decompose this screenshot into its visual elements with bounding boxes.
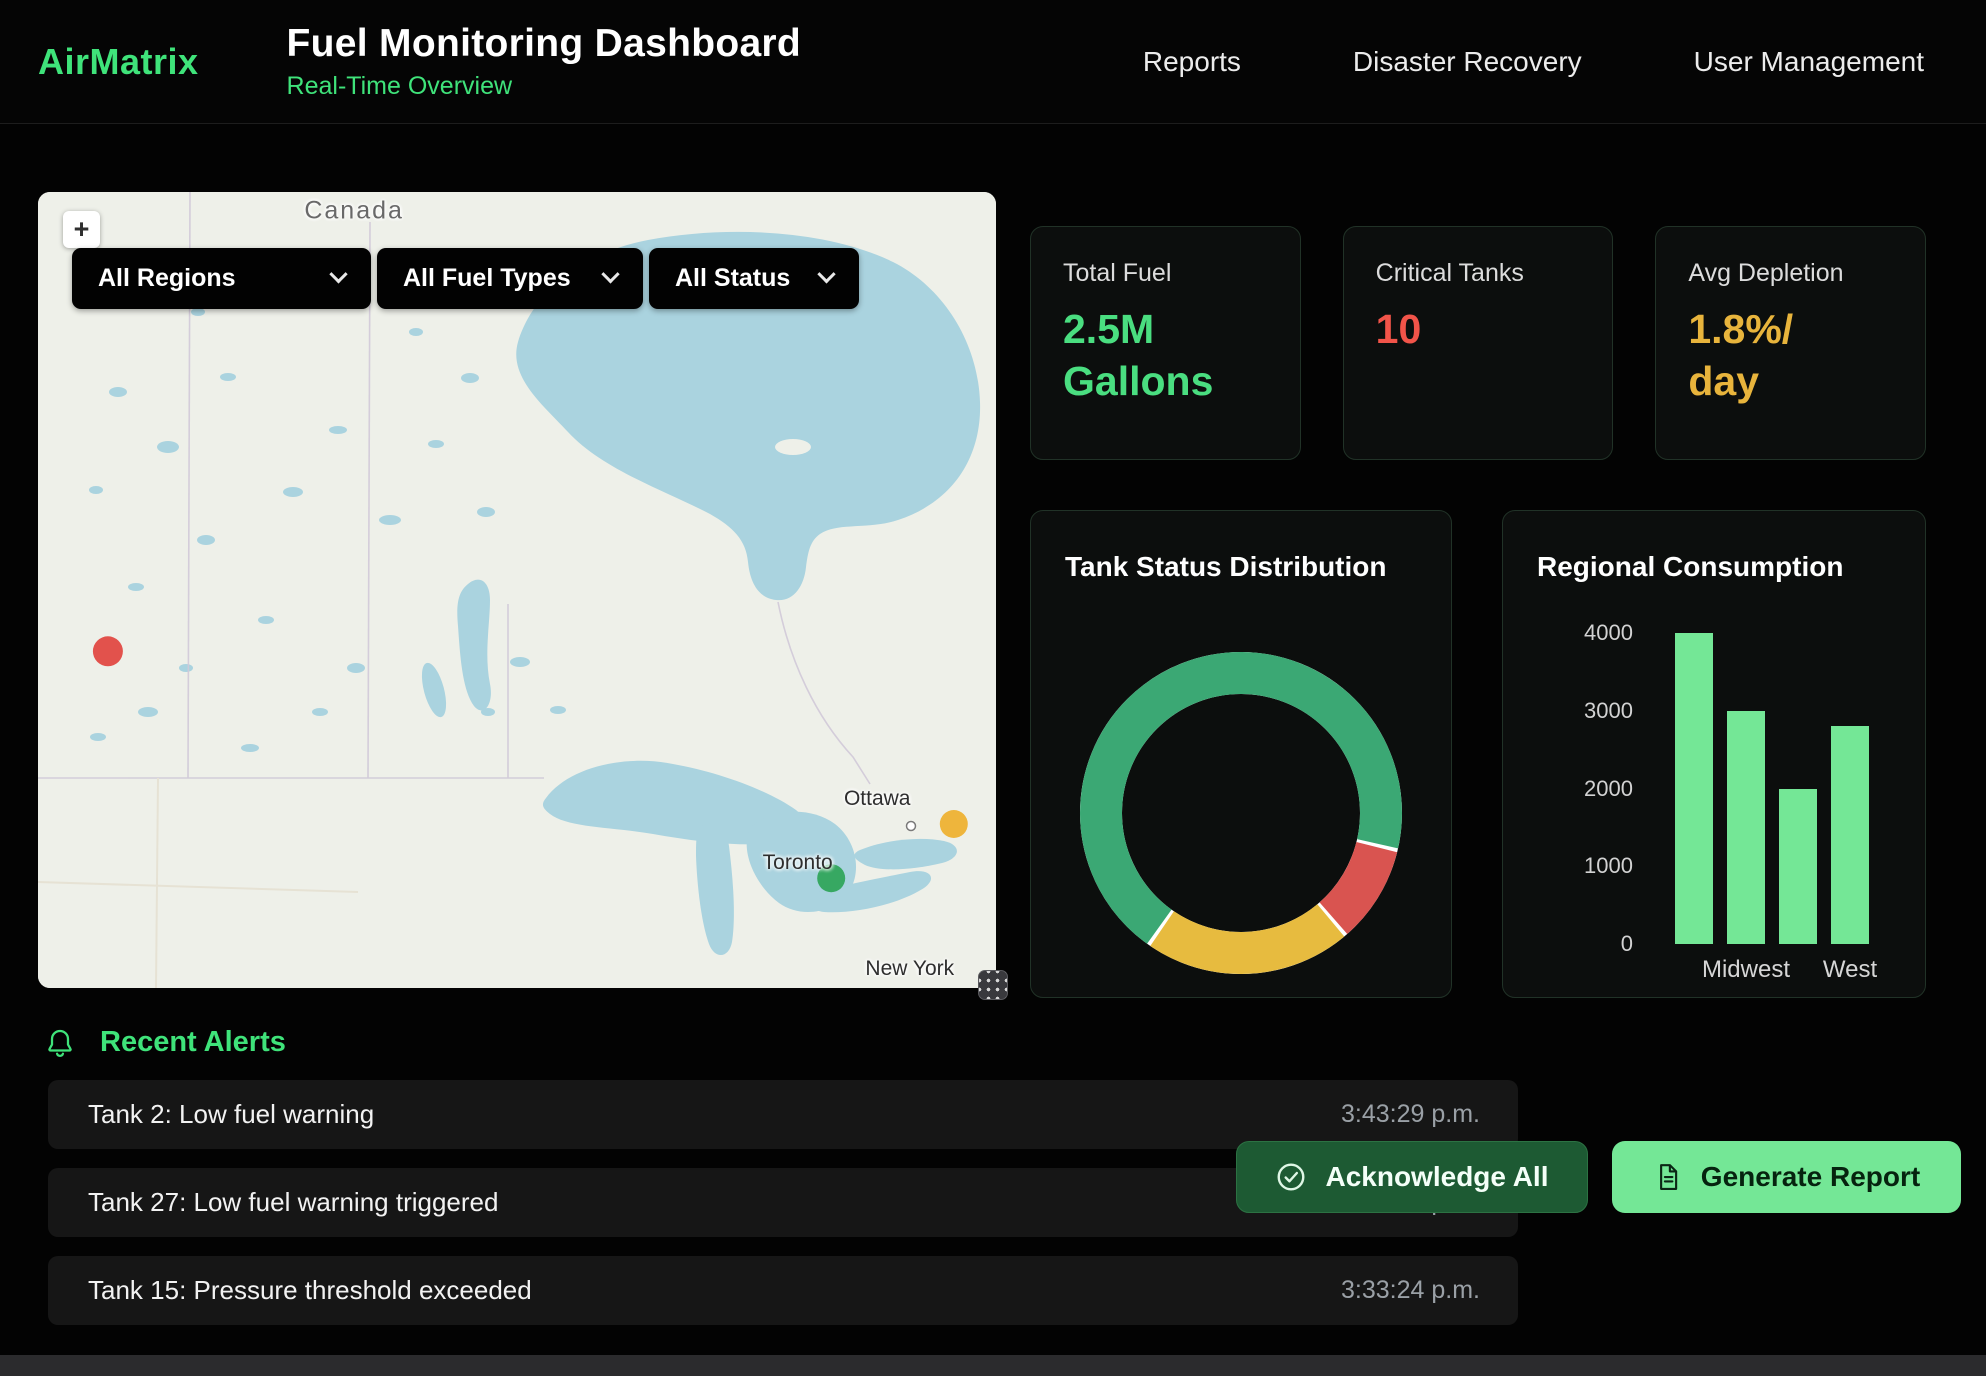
alert-message: Tank 27: Low fuel warning triggered bbox=[88, 1187, 498, 1218]
y-axis-tick: 2000 bbox=[1533, 776, 1633, 802]
filter-all-regions[interactable]: All Regions bbox=[72, 248, 371, 309]
map-filters: All Regions All Fuel Types All Status bbox=[72, 248, 859, 309]
ottawa-town-dot bbox=[907, 822, 916, 831]
filter-all-fuel-types[interactable]: All Fuel Types bbox=[377, 248, 643, 309]
filter-value: All Fuel Types bbox=[403, 264, 571, 293]
stat-card-total-fuel: Total Fuel 2.5M Gallons bbox=[1030, 226, 1301, 460]
chevron-down-icon bbox=[601, 265, 619, 283]
generate-report-label: Generate Report bbox=[1701, 1161, 1920, 1193]
stat-label: Total Fuel bbox=[1063, 259, 1268, 288]
stat-value: 10 bbox=[1376, 303, 1566, 355]
nav-reports[interactable]: Reports bbox=[1143, 46, 1241, 78]
y-axis-tick: 4000 bbox=[1533, 620, 1633, 646]
stat-card-critical-tanks: Critical Tanks 10 bbox=[1343, 226, 1614, 460]
map-canvas[interactable] bbox=[38, 192, 996, 988]
stat-card-avg-depletion: Avg Depletion 1.8%/day bbox=[1655, 226, 1926, 460]
stat-value: 2.5M Gallons bbox=[1063, 303, 1253, 408]
alert-message: Tank 15: Pressure threshold exceeded bbox=[88, 1275, 532, 1306]
tank-status-card: Tank Status Distribution bbox=[1030, 510, 1452, 998]
page-title: Fuel Monitoring Dashboard bbox=[287, 22, 801, 66]
zoom-in-button[interactable]: + bbox=[63, 211, 100, 248]
alert-time: 3:43:29 p.m. bbox=[1341, 1100, 1480, 1129]
bar-region-2 bbox=[1779, 789, 1817, 945]
page-subtitle: Real-Time Overview bbox=[287, 72, 801, 101]
acknowledge-all-label: Acknowledge All bbox=[1325, 1161, 1548, 1193]
stat-label: Critical Tanks bbox=[1376, 259, 1581, 288]
y-axis-tick: 3000 bbox=[1533, 698, 1633, 724]
alerts-heading: Recent Alerts bbox=[44, 1026, 286, 1059]
regional-consumption-card: Regional Consumption 01000200030004000Mi… bbox=[1502, 510, 1926, 998]
bar-chart: 01000200030004000MidwestWest bbox=[1503, 511, 1925, 997]
filter-all-status[interactable]: All Status bbox=[649, 248, 859, 309]
y-axis-tick: 0 bbox=[1533, 931, 1633, 957]
tank-status-title: Tank Status Distribution bbox=[1065, 551, 1387, 583]
acknowledge-all-button[interactable]: Acknowledge All bbox=[1236, 1141, 1588, 1213]
app-header: AirMatrix Fuel Monitoring Dashboard Real… bbox=[0, 0, 1986, 124]
alerts-heading-text: Recent Alerts bbox=[100, 1026, 286, 1059]
charts-row: Tank Status Distribution Regional Consum… bbox=[1030, 510, 1926, 998]
chevron-down-icon bbox=[817, 265, 835, 283]
alert-row[interactable]: Tank 2: Low fuel warning 3:43:29 p.m. bbox=[48, 1080, 1518, 1149]
stats-row: Total Fuel 2.5M Gallons Critical Tanks 10 Av… bbox=[1030, 226, 1926, 460]
x-axis-label-west: West bbox=[1785, 956, 1915, 984]
nav-disaster-recovery[interactable]: Disaster Recovery bbox=[1353, 46, 1582, 78]
donut-segment-warning bbox=[1162, 920, 1331, 953]
title-block: Fuel Monitoring Dashboard Real-Time Over… bbox=[287, 22, 801, 101]
tank-marker-normal[interactable] bbox=[817, 864, 845, 892]
chevron-down-icon bbox=[329, 265, 347, 283]
donut-chart bbox=[1079, 651, 1403, 975]
generate-report-button[interactable]: Generate Report bbox=[1612, 1141, 1961, 1213]
alert-message: Tank 2: Low fuel warning bbox=[88, 1099, 374, 1130]
check-circle-icon bbox=[1275, 1161, 1307, 1193]
alert-time: 3:33:24 p.m. bbox=[1341, 1276, 1480, 1305]
action-buttons: Acknowledge All Generate Report bbox=[1236, 1141, 1961, 1213]
resize-handle-icon[interactable] bbox=[978, 970, 1008, 1000]
brand-logo[interactable]: AirMatrix bbox=[38, 41, 199, 83]
bell-icon bbox=[44, 1027, 76, 1059]
document-icon bbox=[1653, 1162, 1683, 1192]
map-panel: CanadaOttawaTorontoNew York + All Region… bbox=[38, 192, 996, 988]
tank-marker-warning[interactable] bbox=[940, 810, 968, 838]
tank-marker-critical[interactable] bbox=[93, 636, 123, 666]
bottom-scrollbar[interactable] bbox=[0, 1355, 1986, 1376]
bar-region-1 bbox=[1727, 711, 1765, 944]
header-nav: Reports Disaster Recovery User Management bbox=[1143, 46, 1986, 78]
stat-value: 1.8%/day bbox=[1688, 303, 1806, 408]
bar-region-0 bbox=[1675, 633, 1713, 944]
alert-row[interactable]: Tank 15: Pressure threshold exceeded 3:33… bbox=[48, 1256, 1518, 1325]
stat-label: Avg Depletion bbox=[1688, 259, 1893, 288]
filter-value: All Regions bbox=[98, 264, 236, 293]
donut-segment-critical bbox=[1333, 847, 1376, 918]
map-island bbox=[775, 439, 811, 455]
filter-value: All Status bbox=[675, 264, 790, 293]
y-axis-tick: 1000 bbox=[1533, 853, 1633, 879]
nav-user-management[interactable]: User Management bbox=[1694, 46, 1924, 78]
bar-region-3 bbox=[1831, 726, 1869, 944]
